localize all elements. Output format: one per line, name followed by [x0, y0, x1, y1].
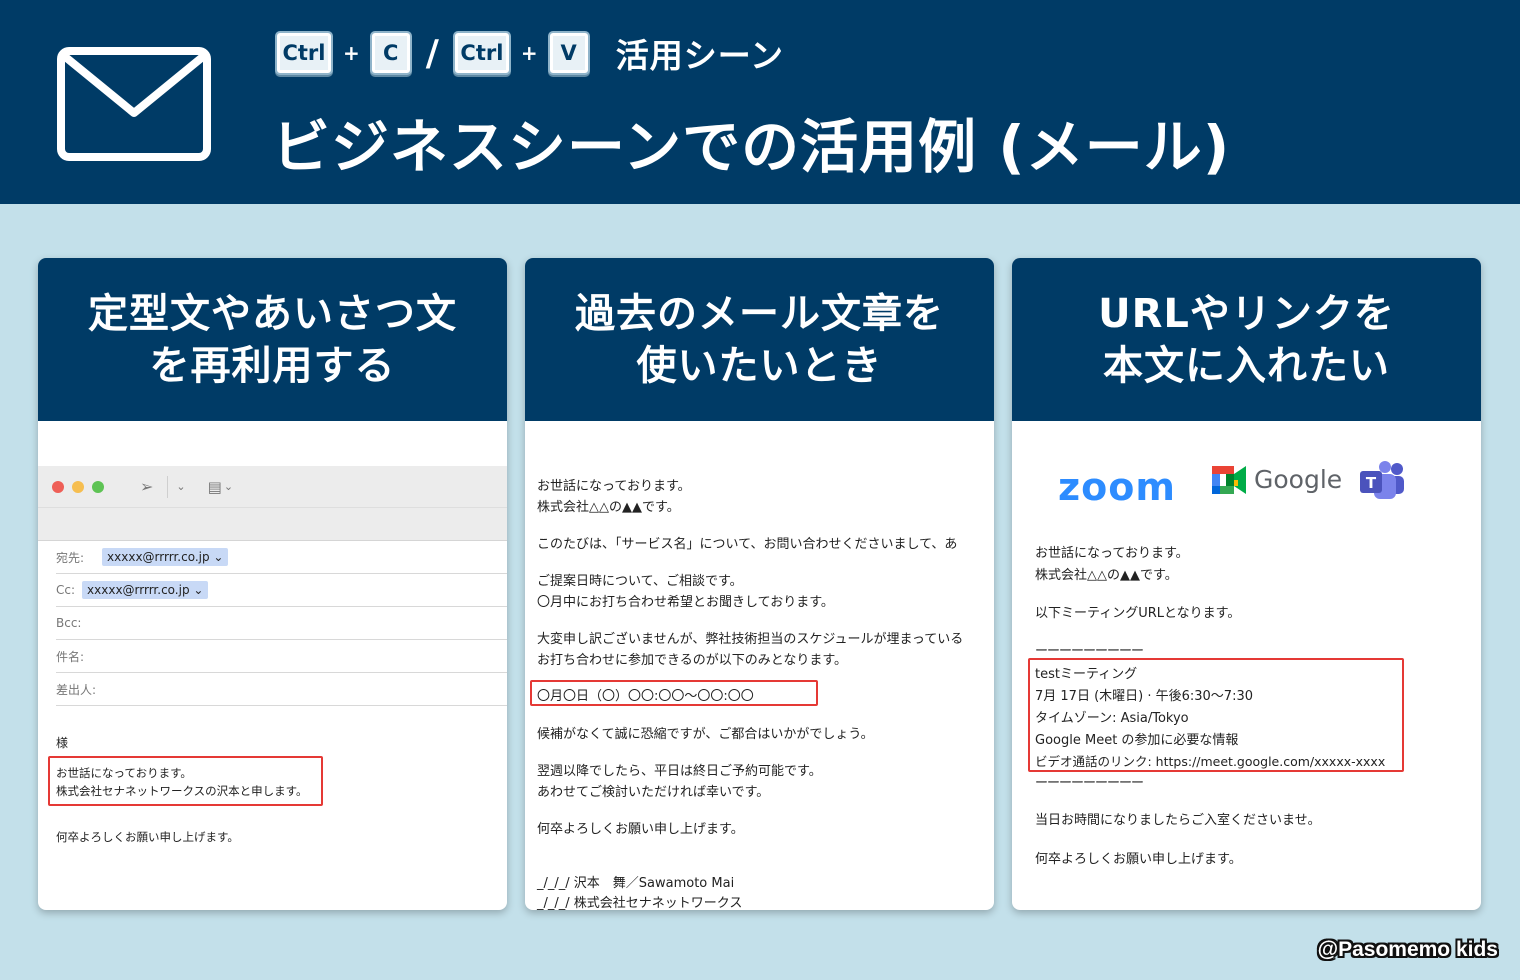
cc-address: xxxxx@rrrrr.co.jp [87, 583, 190, 597]
boxed-line: 株式会社セナネットワークスの沢本と申します。 [56, 784, 308, 798]
slash-separator: / [425, 32, 439, 74]
format-header-icon[interactable]: ▤ [208, 478, 222, 496]
card-insert-url: URLやリンクを 本文に入れたい zoom Google T お世話になっており… [1012, 258, 1481, 910]
mail-line: 候補がなくて誠に恐縮ですが、ご都合はいかがでしょう。 [537, 727, 874, 742]
card-title-line: 本文に入れたい [1103, 342, 1390, 389]
mail-compose-window: ➢ ⌄ ▤ ⌄ 宛先: xxxxx@rrrrr.co.jp ⌄ Cc: xxxx… [38, 421, 507, 910]
to-field[interactable]: 宛先: xxxxx@rrrrr.co.jp ⌄ [56, 541, 507, 574]
boxed-line: お世話になっております。 [56, 766, 192, 780]
card-reuse-greetings: 定型文やあいさつ文 を再利用する ➢ ⌄ ▤ ⌄ 宛先: xxxxx@rrrrr… [38, 258, 507, 910]
mail-line: お世話になっております。 [537, 479, 691, 494]
meeting-link: ビデオ通話のリンク: https://meet.google.com/xxxxx… [1035, 754, 1386, 769]
ctrl-key: Ctrl [452, 31, 511, 75]
shortcut-keys-row: Ctrl + C / Ctrl + V 活用シーン [275, 30, 784, 76]
microsoft-teams-icon: T [1360, 461, 1404, 499]
minimize-window-button[interactable] [72, 480, 84, 493]
card-title-line: 定型文やあいさつ文 [88, 290, 457, 337]
page-title: ビジネスシーンでの活用例 (メール) [272, 113, 1231, 181]
plus-sign: + [520, 41, 538, 65]
close-window-button[interactable] [52, 480, 64, 493]
closing-text: 何卒よろしくお願い申し上げます。 [56, 830, 239, 844]
mail-line: 以下ミーティングURLとなります。 [1035, 606, 1241, 621]
from-label: 差出人: [56, 682, 97, 697]
header-banner: Ctrl + C / Ctrl + V 活用シーン ビジネスシーンでの活用例 (… [0, 0, 1520, 204]
plus-sign: + [343, 41, 360, 65]
mail-line-highlighted: 〇月〇日（〇）〇〇:〇〇〜〇〇:〇〇 [537, 689, 754, 704]
mail-body: zoom Google T お世話になっております。 株式会社△△の▲▲です。 … [1012, 421, 1481, 910]
mail-line: お打ち合わせに参加できるのが以下のみとなります。 [537, 653, 848, 668]
mail-toolbar: ➢ ⌄ ▤ ⌄ [38, 466, 507, 541]
mail-line: 株式会社△△の▲▲です。 [537, 500, 680, 515]
signature-line: _/_/_/ 株式会社セナネットワークス [537, 896, 743, 910]
mail-line: 〇月中にお打ち合わせ希望とお聞きしております。 [537, 595, 834, 610]
header-subtitle: 活用シーン [615, 36, 785, 75]
salutation-text: 様 [56, 736, 69, 750]
subject-label: 件名: [56, 649, 85, 664]
zoom-logo: zoom [1058, 465, 1176, 509]
c-key: C [369, 31, 412, 75]
subject-field[interactable]: 件名: [56, 640, 507, 673]
card-title-line: 使いたいとき [636, 342, 883, 389]
mail-line: 当日お時間になりましたらご入室くださいませ。 [1035, 813, 1321, 828]
meeting-title: testミーティング [1035, 667, 1138, 682]
mail-line: 何卒よろしくお願い申し上げます。 [1035, 852, 1242, 867]
divider-line: ーーーーーーーーー [1035, 776, 1144, 791]
cc-address-chip[interactable]: xxxxx@rrrrr.co.jp ⌄ [82, 581, 209, 599]
card-title-line: 過去のメール文章を [575, 290, 944, 337]
chevron-down-icon[interactable]: ⌄ [224, 480, 233, 493]
v-key: V [547, 31, 590, 75]
mail-line: 翌週以降でしたら、平日は終日ご予約可能です。 [537, 764, 822, 779]
card-title: 定型文やあいさつ文 を再利用する [38, 258, 507, 421]
mail-line: 何卒よろしくお願い申し上げます。 [537, 822, 744, 837]
teams-letter: T [1366, 474, 1377, 492]
card-past-mail: 過去のメール文章を 使いたいとき お世話になっております。 株式会社△△の▲▲で… [525, 258, 994, 910]
cc-field[interactable]: Cc: xxxxx@rrrrr.co.jp ⌄ [56, 574, 507, 607]
to-label: 宛先: [56, 550, 85, 565]
card-title-line: を再利用する [149, 342, 396, 389]
mail-line: あわせてご検討いただければ幸いです。 [537, 785, 770, 800]
meeting-info-heading: Google Meet の参加に必要な情報 [1035, 733, 1239, 748]
meeting-datetime: 7月 17日 (木曜日) · 午後6:30〜7:30 [1035, 689, 1254, 704]
card-title-line: URLやリンクを [1098, 290, 1395, 337]
card-title: URLやリンクを 本文に入れたい [1012, 258, 1481, 421]
toolbar-divider [167, 475, 169, 498]
divider-line: ーーーーーーーーー [1035, 644, 1144, 659]
credit-watermark: @Pasomemo kids [1317, 938, 1498, 961]
to-address: xxxxx@rrrrr.co.jp [107, 550, 210, 564]
zoom-window-button[interactable] [92, 480, 104, 493]
envelope-icon [57, 47, 211, 161]
meeting-timezone: タイムゾーン: Asia/Tokyo [1035, 711, 1189, 726]
chevron-down-icon[interactable]: ⌄ [176, 480, 185, 493]
bcc-label: Bcc: [56, 616, 82, 630]
from-field[interactable]: 差出人: [56, 673, 507, 706]
mail-line: ご提案日時について、ご相談です。 [537, 574, 743, 589]
to-address-chip[interactable]: xxxxx@rrrrr.co.jp ⌄ [102, 548, 229, 566]
ctrl-key: Ctrl [275, 31, 333, 75]
card-title: 過去のメール文章を 使いたいとき [525, 258, 994, 421]
mail-line: お世話になっております。 [1035, 546, 1189, 561]
send-icon[interactable]: ➢ [140, 477, 153, 496]
mail-body: お世話になっております。 株式会社△△の▲▲です。 このたびは、「サービス名」に… [525, 421, 994, 910]
google-wordmark: Google [1254, 465, 1343, 494]
mail-line: 大変申し訳ございませんが、弊社技術担当のスケジュールが埋まっている [537, 632, 964, 647]
bcc-field[interactable]: Bcc: [56, 607, 507, 640]
google-meet-icon [1212, 465, 1246, 494]
signature-line: _/_/_/ 沢本 舞／Sawamoto Mai [537, 876, 735, 891]
google-meet-logo: Google [1212, 465, 1342, 494]
mail-line: 株式会社△△の▲▲です。 [1035, 568, 1178, 583]
mail-line: このたびは、「サービス名」について、お問い合わせくださいまして、あ [537, 537, 958, 552]
cc-label: Cc: [56, 583, 76, 597]
